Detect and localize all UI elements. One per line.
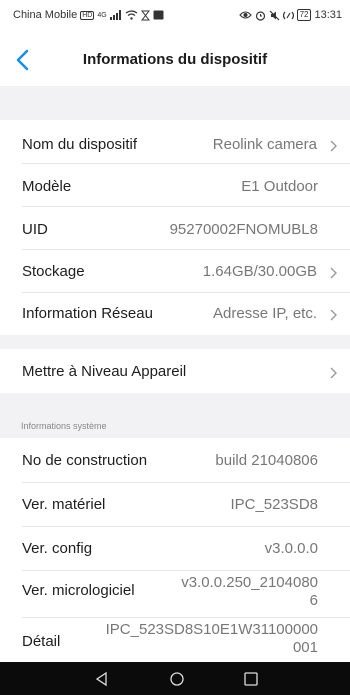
device-name-label: Nom du dispositif [22,136,138,153]
mute-icon [269,10,279,20]
message-icon [153,10,164,20]
uid-label: UID [22,221,48,238]
nav-header: Informations du dispositif [0,36,350,86]
nfc-icon [282,11,294,19]
chevron-right-icon [330,267,337,279]
uid-row: UID 95270002FNOMUBL8 [0,206,350,249]
network-info-label: Information Réseau [22,305,153,322]
carrier-label: China Mobile [13,9,78,21]
device-name-value: Reolink camera [212,136,317,153]
detail-row: Détail IPC_523SD8S10E1W31100000 001 [0,617,350,662]
detail-label: Détail [22,633,61,650]
wifi-icon [125,10,138,20]
build-row: No de construction build 21040806 [0,438,350,482]
build-value: build 21040806 [215,452,318,469]
config-version-label: Ver. config [22,540,93,557]
detail-value-line2: 001 [292,639,318,656]
device-name-row[interactable]: Nom du dispositif Reolink camera [0,120,350,163]
hardware-version-row: Ver. matériel IPC_523SD8 [0,482,350,526]
storage-label: Stockage [22,263,85,280]
signal-icon [109,10,121,20]
upgrade-device-row[interactable]: Mettre à Niveau Appareil [0,349,350,393]
firmware-version-label: Ver. micrologiciel [22,582,135,599]
system-navigation-bar [0,662,350,695]
page-title: Informations du dispositif [82,51,268,68]
config-version-value: v3.0.0.0 [264,540,318,557]
chevron-right-icon [330,367,337,379]
network-info-row[interactable]: Information Réseau Adresse IP, etc. [0,292,350,335]
model-value: E1 Outdoor [241,178,318,195]
status-bar: China Mobile HD 4G 72 13:31 [0,0,350,36]
system-section-title: Informations système [21,421,107,431]
recents-square-icon[interactable] [242,670,260,688]
model-row: Modèle E1 Outdoor [0,163,350,206]
hardware-version-label: Ver. matériel [22,496,106,513]
system-info-card: No de construction build 21040806 Ver. m… [0,438,350,662]
alarm-icon [255,10,265,21]
back-triangle-icon[interactable] [93,670,111,688]
detail-value-line1: IPC_523SD8S10E1W31100000 [105,621,318,638]
network-info-value: Adresse IP, etc. [213,305,317,322]
upgrade-device-label: Mettre à Niveau Appareil [22,363,187,380]
storage-row[interactable]: Stockage 1.64GB/30.00GB [0,249,350,292]
clock: 13:31 [314,9,342,21]
build-label: No de construction [22,452,148,469]
device-info-card: Nom du dispositif Reolink camera Modèle … [0,120,350,335]
eye-icon [238,11,252,19]
home-circle-icon[interactable] [168,670,186,688]
model-label: Modèle [22,178,72,195]
battery-indicator: 72 [296,9,312,21]
hd-badge: HD [80,10,95,20]
firmware-version-value-line1: v3.0.0.250_2104080 [181,574,318,591]
hourglass-icon [140,10,150,20]
firmware-version-value-line2: 6 [309,592,318,609]
firmware-version-row: Ver. micrologiciel v3.0.0.250_2104080 6 [0,570,350,618]
chevron-right-icon [330,309,337,321]
chevron-right-icon [330,140,337,152]
hardware-version-value: IPC_523SD8 [230,496,318,513]
uid-value: 95270002FNOMUBL8 [169,221,318,238]
storage-value: 1.64GB/30.00GB [202,263,317,280]
config-version-row: Ver. config v3.0.0.0 [0,526,350,570]
signal-label: 4G [97,11,107,19]
